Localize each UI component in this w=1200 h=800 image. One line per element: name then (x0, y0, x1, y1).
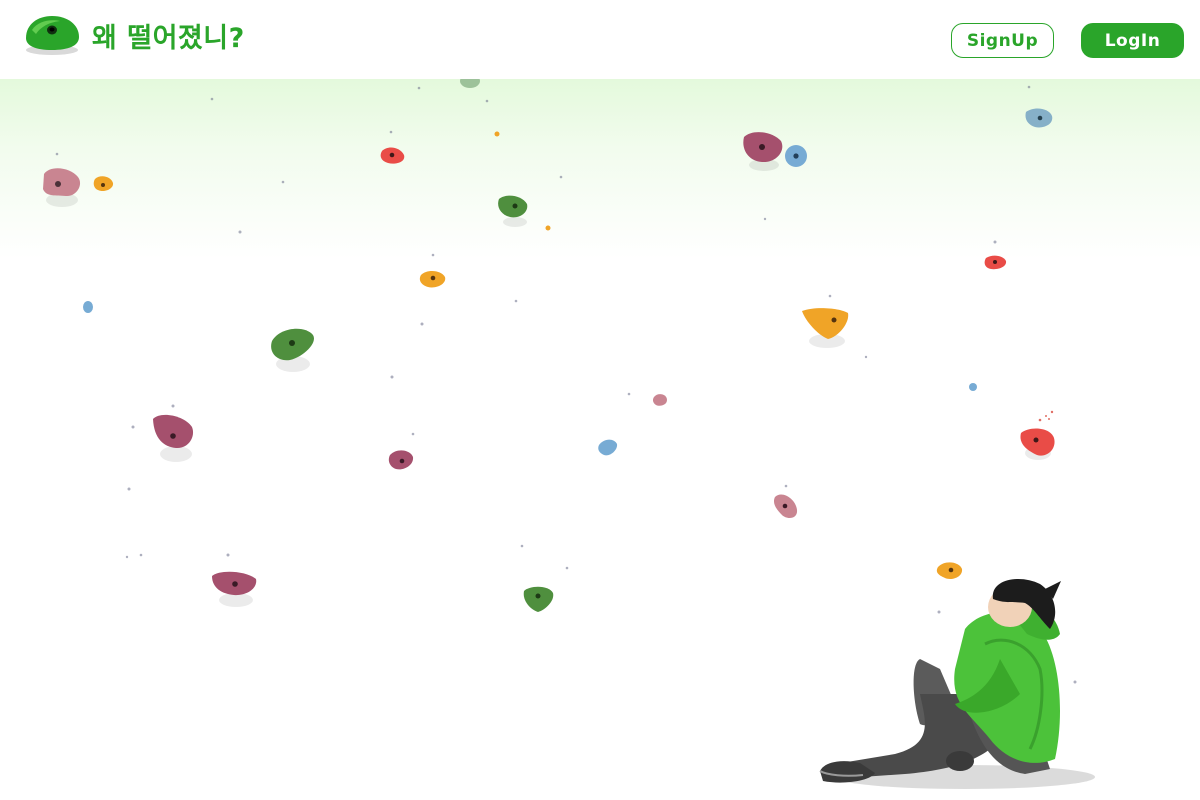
brand-title[interactable]: 왜 떨어졌니? (92, 22, 245, 56)
login-button[interactable]: LogIn (1081, 23, 1184, 58)
hold-pink-small-center (652, 394, 667, 406)
climber-illustration (819, 579, 1095, 789)
hold-green-lower (523, 586, 554, 612)
hold-maroon-left (153, 414, 194, 449)
hold-blue-center (598, 439, 618, 456)
climbing-hold-logo-icon[interactable] (22, 12, 82, 58)
signup-button[interactable]: SignUp (951, 23, 1054, 58)
climbing-wall-hero (0, 79, 1200, 800)
hold-green-top-faded (460, 79, 480, 88)
top-navigation-bar: 왜 떨어졌니? SignUp LogIn (0, 0, 1200, 79)
red-chalk-splatter (1038, 410, 1054, 422)
hold-blue-small-left (83, 301, 93, 313)
orange-chalk-dots (494, 131, 551, 231)
hold-orange-triangle (802, 308, 849, 339)
hold-pink-large (43, 168, 81, 197)
hold-blue-tiny-right (969, 383, 977, 391)
